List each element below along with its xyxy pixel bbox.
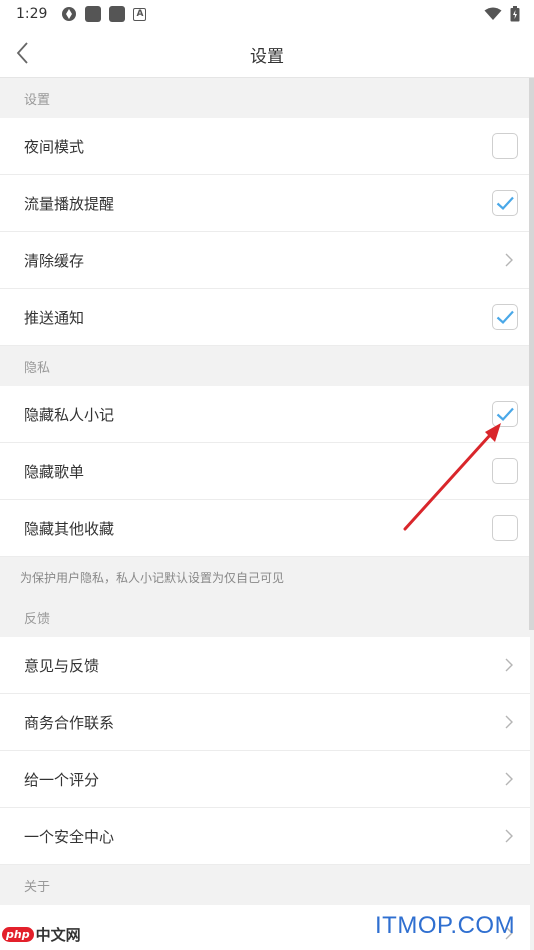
app-notification-icon [62, 7, 77, 21]
setting-row-business-contact[interactable]: 商务合作联系 [0, 694, 530, 751]
row-label: 商务合作联系 [24, 713, 115, 732]
row-label: 夜间模式 [24, 137, 85, 156]
chevron-right-icon [505, 829, 513, 843]
section-header-privacy: 隐私 [0, 346, 530, 386]
php-cn-watermark: php 中文网 [2, 924, 81, 945]
setting-row-hide-private-notes[interactable]: 隐藏私人小记 [0, 386, 530, 443]
setting-row-feedback[interactable]: 意见与反馈 [0, 637, 530, 694]
row-label: 隐藏私人小记 [24, 405, 115, 424]
app-notification-icon [109, 6, 126, 22]
privacy-note: 为保护用户隐私，私人小记默认设置为仅自己可见 [0, 557, 530, 597]
setting-row-push-notifications[interactable]: 推送通知 [0, 289, 530, 346]
hide-playlists-checkbox[interactable] [492, 458, 518, 484]
checkmark-icon [496, 310, 514, 325]
row-label: 隐藏歌单 [24, 462, 85, 481]
status-notification-icons: A [61, 6, 147, 22]
setting-row-hide-other-favorites[interactable]: 隐藏其他收藏 [0, 500, 530, 557]
row-label: 清除缓存 [24, 251, 85, 270]
row-label: 推送通知 [24, 308, 85, 327]
row-label: 意见与反馈 [24, 656, 100, 675]
data-play-reminder-checkbox[interactable] [492, 190, 518, 216]
php-watermark-badge: php [2, 927, 34, 942]
checkmark-icon [496, 407, 514, 422]
setting-row-data-play-reminder[interactable]: 流量播放提醒 [0, 175, 530, 232]
page-title: 设置 [250, 47, 284, 67]
wifi-icon [484, 7, 502, 20]
push-notifications-checkbox[interactable] [492, 304, 518, 330]
a-notification-icon: A [133, 7, 147, 21]
chevron-right-icon [505, 715, 513, 729]
setting-row-hide-playlists[interactable]: 隐藏歌单 [0, 443, 530, 500]
setting-row-rate-app[interactable]: 给一个评分 [0, 751, 530, 808]
settings-list: 设置 夜间模式 流量播放提醒 清除缓存 推送通知 隐私 隐藏私人小记 隐藏歌单 … [0, 78, 530, 950]
scrollbar[interactable] [529, 78, 534, 630]
setting-row-security-center[interactable]: 一个安全中心 [0, 808, 530, 865]
night-mode-checkbox[interactable] [492, 133, 518, 159]
chevron-right-icon [505, 658, 513, 672]
row-label: 一个安全中心 [24, 827, 115, 846]
app-header: 设置 [0, 28, 534, 78]
status-time: 1:29 [16, 6, 48, 22]
setting-row-night-mode[interactable]: 夜间模式 [0, 118, 530, 175]
app-notification-icon [85, 6, 102, 22]
status-bar: 1:29 A [0, 0, 534, 28]
status-system-icons [484, 6, 520, 22]
section-header-feedback: 反馈 [0, 597, 530, 637]
php-watermark-text: 中文网 [35, 926, 81, 944]
hide-other-favorites-checkbox[interactable] [492, 515, 518, 541]
section-header-settings: 设置 [0, 78, 530, 118]
chevron-right-icon [505, 253, 513, 267]
chevron-right-icon [505, 772, 513, 786]
row-label: 给一个评分 [24, 770, 100, 789]
itmop-watermark: ITMOP.COM [375, 912, 516, 939]
hide-private-notes-checkbox[interactable] [492, 401, 518, 427]
row-label: 隐藏其他收藏 [24, 519, 115, 538]
checkmark-icon [496, 196, 514, 211]
row-label: 流量播放提醒 [24, 194, 115, 213]
setting-row-clear-cache[interactable]: 清除缓存 [0, 232, 530, 289]
battery-icon [510, 6, 520, 22]
section-header-about: 关于 [0, 865, 530, 905]
